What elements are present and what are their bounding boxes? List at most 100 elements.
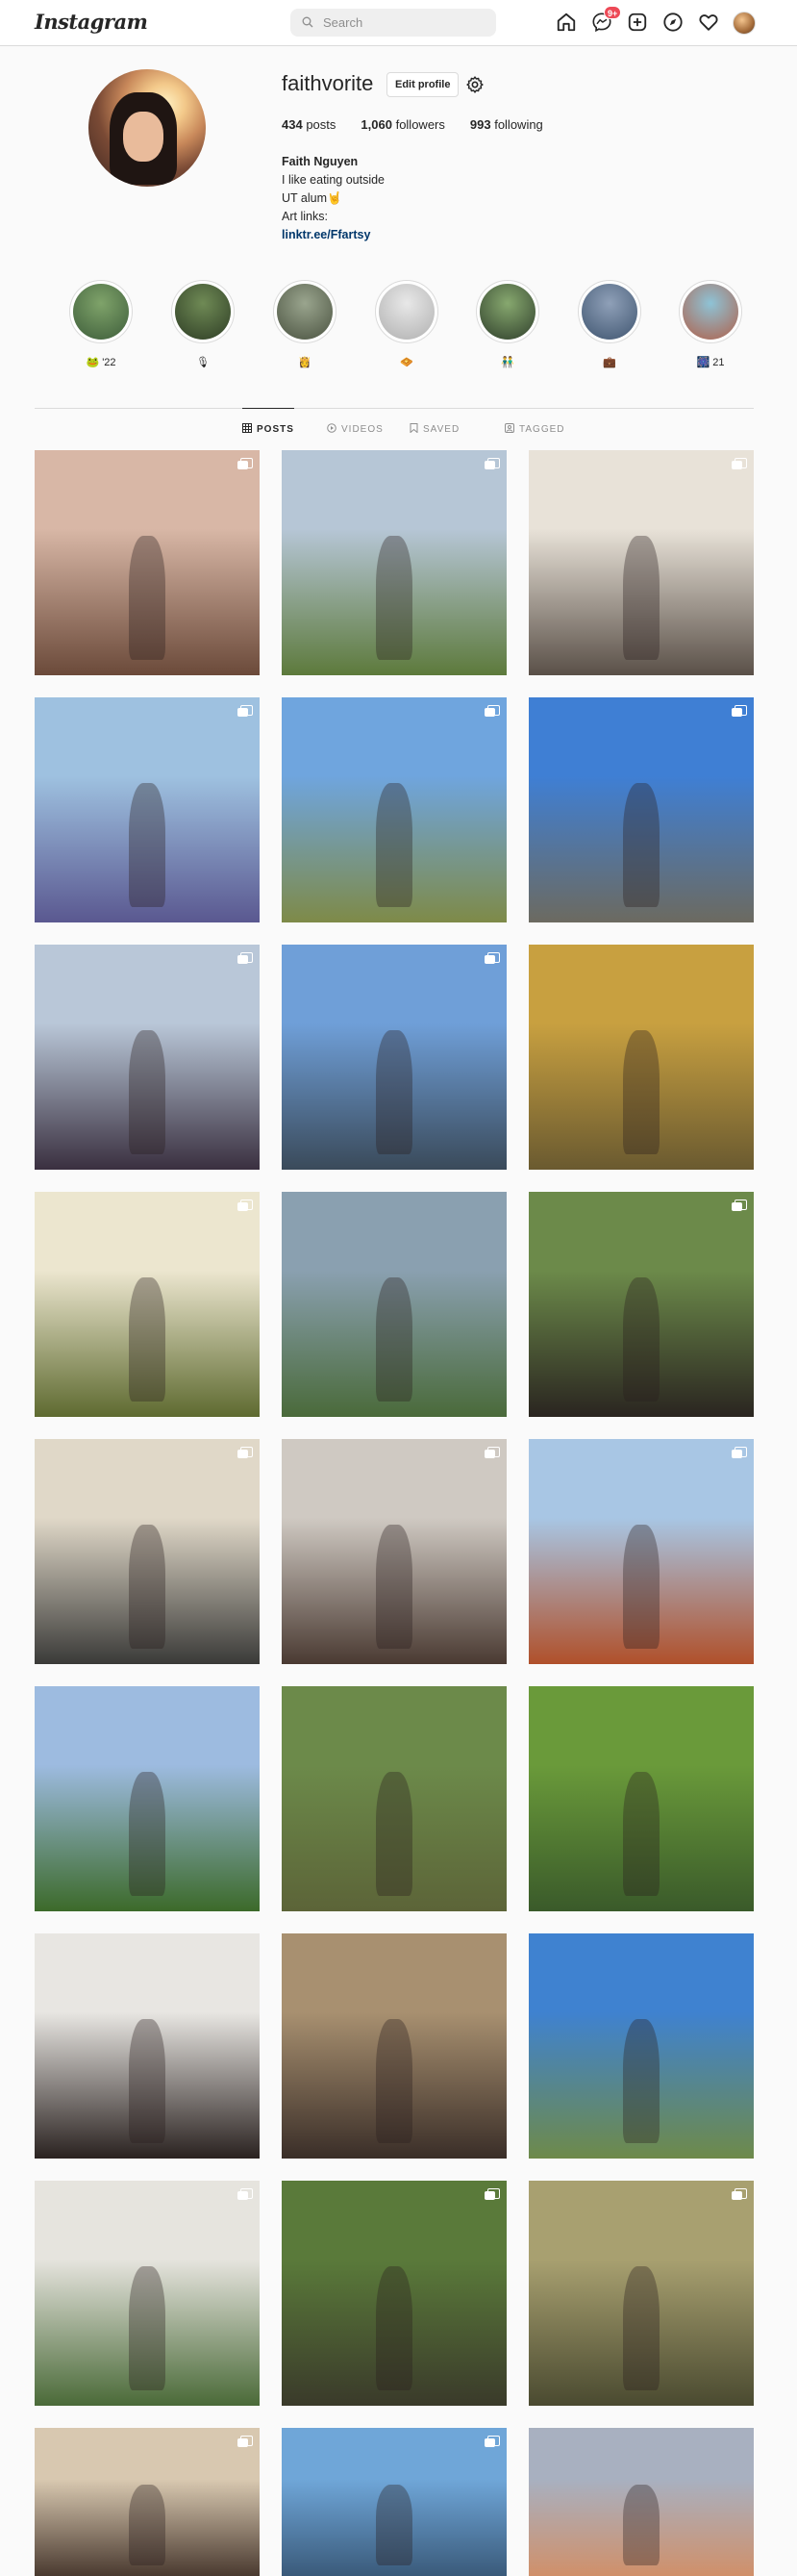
- activity-heart-icon[interactable]: [698, 12, 721, 35]
- post-subject: [376, 535, 412, 660]
- carousel-icon: [732, 705, 747, 718]
- post-subject: [376, 782, 412, 907]
- post-thumbnail[interactable]: [35, 2181, 260, 2406]
- bio-line: Art links:: [282, 210, 328, 223]
- post-thumbnail[interactable]: [529, 1686, 754, 1911]
- post-thumbnail[interactable]: [529, 1933, 754, 2159]
- home-icon[interactable]: [556, 12, 579, 35]
- post-thumbnail[interactable]: [282, 1439, 507, 1664]
- post-thumbnail[interactable]: [35, 1686, 260, 1911]
- post-thumbnail[interactable]: [529, 2428, 754, 2576]
- post-thumbnail[interactable]: [529, 1439, 754, 1664]
- post-thumbnail[interactable]: [282, 2428, 507, 2576]
- post-subject: [623, 2018, 660, 2143]
- profile-username: faithvorite: [282, 71, 374, 95]
- full-name: Faith Nguyen: [282, 155, 359, 168]
- post-thumbnail[interactable]: [282, 1192, 507, 1417]
- carousel-icon: [485, 952, 500, 965]
- post-subject: [129, 535, 165, 660]
- profile-avatar[interactable]: [88, 69, 206, 187]
- story-highlight[interactable]: 🎆 21: [679, 280, 742, 369]
- post-subject: [376, 2018, 412, 2143]
- post-subject: [129, 2018, 165, 2143]
- tab-saved[interactable]: SAVED: [410, 408, 460, 442]
- bio-link[interactable]: linktr.ee/Ffartsy: [282, 226, 385, 244]
- highlight-label: 🧇: [400, 357, 413, 368]
- post-subject: [376, 2265, 412, 2390]
- post-subject: [623, 782, 660, 907]
- post-thumbnail[interactable]: [282, 1686, 507, 1911]
- story-highlight[interactable]: 🎙: [171, 280, 235, 369]
- instagram-logo[interactable]: Instagram: [35, 10, 148, 34]
- highlight-ring: [171, 280, 235, 343]
- post-thumbnail[interactable]: [529, 1192, 754, 1417]
- story-highlight[interactable]: 🐸 '22: [69, 280, 133, 369]
- carousel-icon: [485, 705, 500, 718]
- story-highlight[interactable]: 💼: [578, 280, 641, 369]
- new-post-icon[interactable]: [627, 12, 650, 35]
- bookmark-icon: [410, 422, 418, 436]
- post-thumbnail[interactable]: [35, 1439, 260, 1664]
- post-subject: [623, 2484, 660, 2566]
- story-highlight[interactable]: 👸: [273, 280, 336, 369]
- tab-videos[interactable]: VIDEOS: [327, 408, 384, 442]
- post-thumbnail[interactable]: [35, 2428, 260, 2576]
- carousel-icon: [485, 1447, 500, 1459]
- post-thumbnail[interactable]: [35, 450, 260, 675]
- post-thumbnail[interactable]: [35, 1933, 260, 2159]
- search-input[interactable]: [323, 9, 486, 37]
- post-subject: [623, 535, 660, 660]
- post-thumbnail[interactable]: [529, 2181, 754, 2406]
- edit-profile-button[interactable]: Edit profile: [386, 72, 460, 97]
- post-thumbnail[interactable]: [282, 450, 507, 675]
- post-thumbnail[interactable]: [529, 450, 754, 675]
- post-thumbnail[interactable]: [35, 1192, 260, 1417]
- post-subject: [623, 1276, 660, 1402]
- post-thumbnail[interactable]: [282, 697, 507, 922]
- post-thumbnail[interactable]: [35, 697, 260, 922]
- highlight-cover: [582, 284, 637, 340]
- notification-badge: 9+: [604, 6, 622, 19]
- highlight-label: 👸: [298, 357, 311, 368]
- highlight-ring: [679, 280, 742, 343]
- post-thumbnail[interactable]: [35, 945, 260, 1170]
- post-subject: [623, 2265, 660, 2390]
- tab-label: VIDEOS: [341, 423, 384, 435]
- posts-stat[interactable]: 434 posts: [282, 117, 336, 132]
- post-thumbnail[interactable]: [282, 945, 507, 1170]
- post-subject: [129, 782, 165, 907]
- video-icon: [327, 422, 336, 436]
- following-stat[interactable]: 993 following: [470, 117, 543, 132]
- settings-gear-icon[interactable]: [465, 75, 485, 94]
- profile-avatar-nav[interactable]: [733, 12, 756, 35]
- carousel-icon: [237, 705, 253, 718]
- post-thumbnail[interactable]: [529, 945, 754, 1170]
- explore-icon[interactable]: [662, 12, 685, 35]
- highlight-cover: [277, 284, 333, 340]
- highlight-label: 🐸 '22: [86, 357, 116, 368]
- highlight-label: 👬: [501, 357, 514, 368]
- story-highlight[interactable]: 👬: [476, 280, 539, 369]
- post-thumbnail[interactable]: [529, 697, 754, 922]
- post-thumbnail[interactable]: [282, 1933, 507, 2159]
- grid-icon: [242, 423, 252, 436]
- carousel-icon: [237, 2436, 253, 2448]
- highlight-label: 🎆 21: [696, 357, 725, 368]
- messenger-icon[interactable]: 9+: [591, 6, 622, 35]
- carousel-icon: [732, 1200, 747, 1212]
- highlight-ring: [69, 280, 133, 343]
- post-subject: [376, 1524, 412, 1649]
- tab-posts[interactable]: POSTS: [242, 408, 294, 442]
- tab-tagged[interactable]: TAGGED: [505, 408, 564, 442]
- tabs-divider: [35, 408, 754, 409]
- carousel-icon: [485, 2436, 500, 2448]
- post-subject: [376, 1771, 412, 1896]
- post-subject: [623, 1524, 660, 1649]
- post-thumbnail[interactable]: [282, 2181, 507, 2406]
- search-bar[interactable]: [290, 9, 496, 37]
- tab-label: SAVED: [423, 423, 461, 435]
- story-highlight[interactable]: 🧇: [375, 280, 438, 369]
- highlight-ring: [578, 280, 641, 343]
- carousel-icon: [237, 458, 253, 470]
- followers-stat[interactable]: 1,060 followers: [361, 117, 444, 132]
